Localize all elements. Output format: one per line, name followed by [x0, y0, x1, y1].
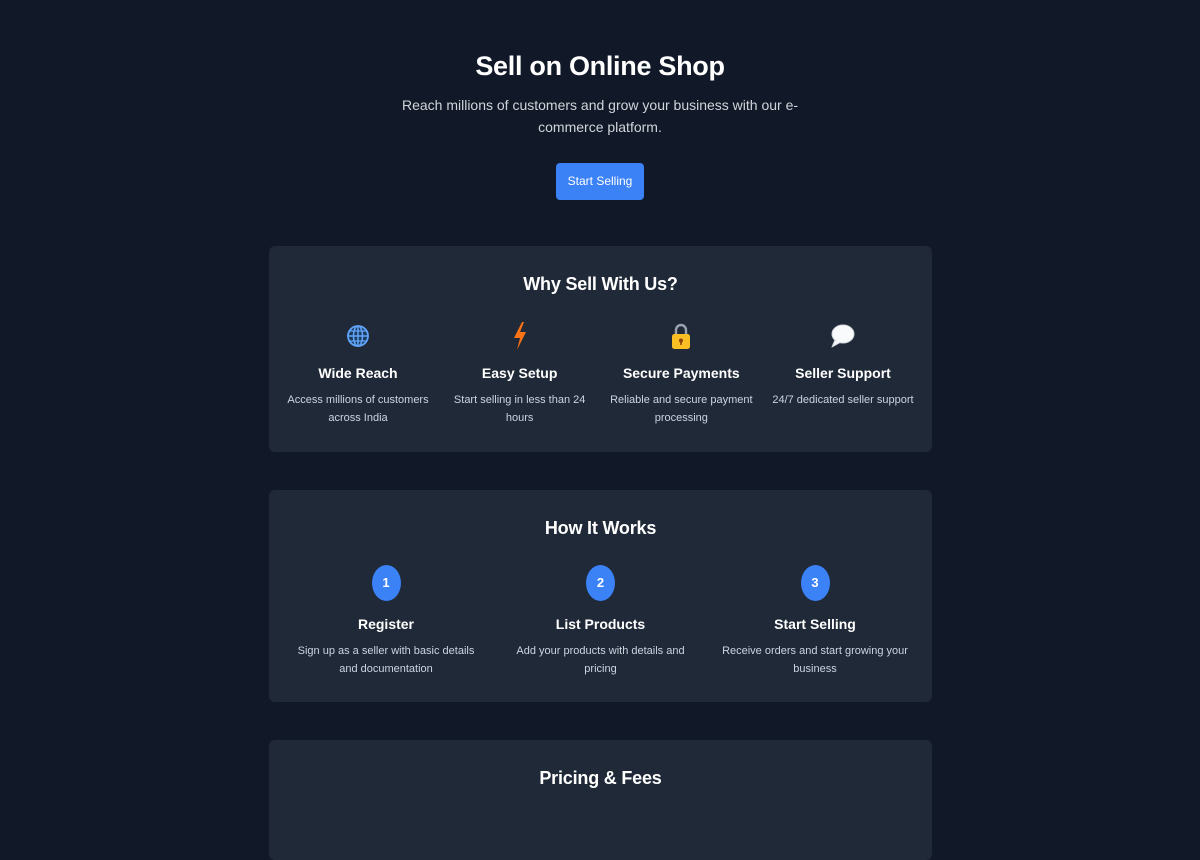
speech-bubble-icon: [768, 320, 918, 352]
step-number-badge: 2: [586, 565, 615, 601]
how-it-works-card: How It Works 1 Register Sign up as a sel…: [269, 490, 932, 702]
feature-title: Easy Setup: [481, 365, 558, 381]
lock-icon: [606, 320, 756, 352]
feature-description: Reliable and secure payment processing: [610, 394, 753, 424]
start-selling-button[interactable]: Start Selling: [556, 163, 644, 200]
step-start-selling: 3 Start Selling Receive orders and start…: [720, 565, 910, 678]
feature-description: 24/7 dedicated seller support: [772, 394, 914, 406]
step-register: 1 Register Sign up as a seller with basi…: [291, 565, 481, 678]
how-it-works-heading: How It Works: [544, 518, 657, 538]
feature-wide-reach: Wide Reach Access millions of customers …: [283, 320, 433, 427]
step-description: Sign up as a seller with basic details a…: [297, 645, 475, 675]
why-sell-card: Why Sell With Us? Wide Reach Access mill…: [269, 246, 932, 452]
step-number-badge: 1: [371, 565, 401, 601]
lightning-icon: [445, 320, 595, 352]
feature-title: Wide Reach: [318, 365, 398, 381]
pricing-card: Pricing & Fees: [269, 740, 932, 860]
hero-subtitle: Reach millions of customers and grow you…: [401, 97, 799, 135]
pricing-heading: Pricing & Fees: [539, 768, 662, 788]
steps-list: 1 Register Sign up as a seller with basi…: [269, 565, 932, 678]
why-sell-heading: Why Sell With Us?: [523, 274, 678, 294]
step-title: Register: [357, 616, 415, 632]
page-title: Sell on Online Shop: [475, 51, 725, 81]
feature-description: Access millions of customers across Indi…: [287, 394, 429, 424]
feature-seller-support: Seller Support 24/7 dedicated seller sup…: [768, 320, 918, 427]
features-list: Wide Reach Access millions of customers …: [269, 320, 932, 427]
step-list-products: 2 List Products Add your products with d…: [506, 565, 696, 678]
globe-icon: [283, 320, 433, 352]
step-number-badge: 3: [800, 565, 830, 601]
feature-title: Secure Payments: [622, 365, 740, 381]
step-description: Receive orders and start growing your bu…: [722, 645, 908, 675]
feature-description: Start selling in less than 24 hours: [453, 394, 586, 424]
feature-secure-payments: Secure Payments Reliable and secure paym…: [606, 320, 756, 427]
hero-section: Sell on Online Shop Reach millions of cu…: [0, 0, 1200, 200]
step-title: List Products: [555, 616, 646, 632]
feature-easy-setup: Easy Setup Start selling in less than 24…: [445, 320, 595, 427]
feature-title: Seller Support: [795, 365, 891, 381]
step-description: Add your products with details and prici…: [516, 645, 685, 675]
step-title: Start Selling: [774, 616, 856, 632]
